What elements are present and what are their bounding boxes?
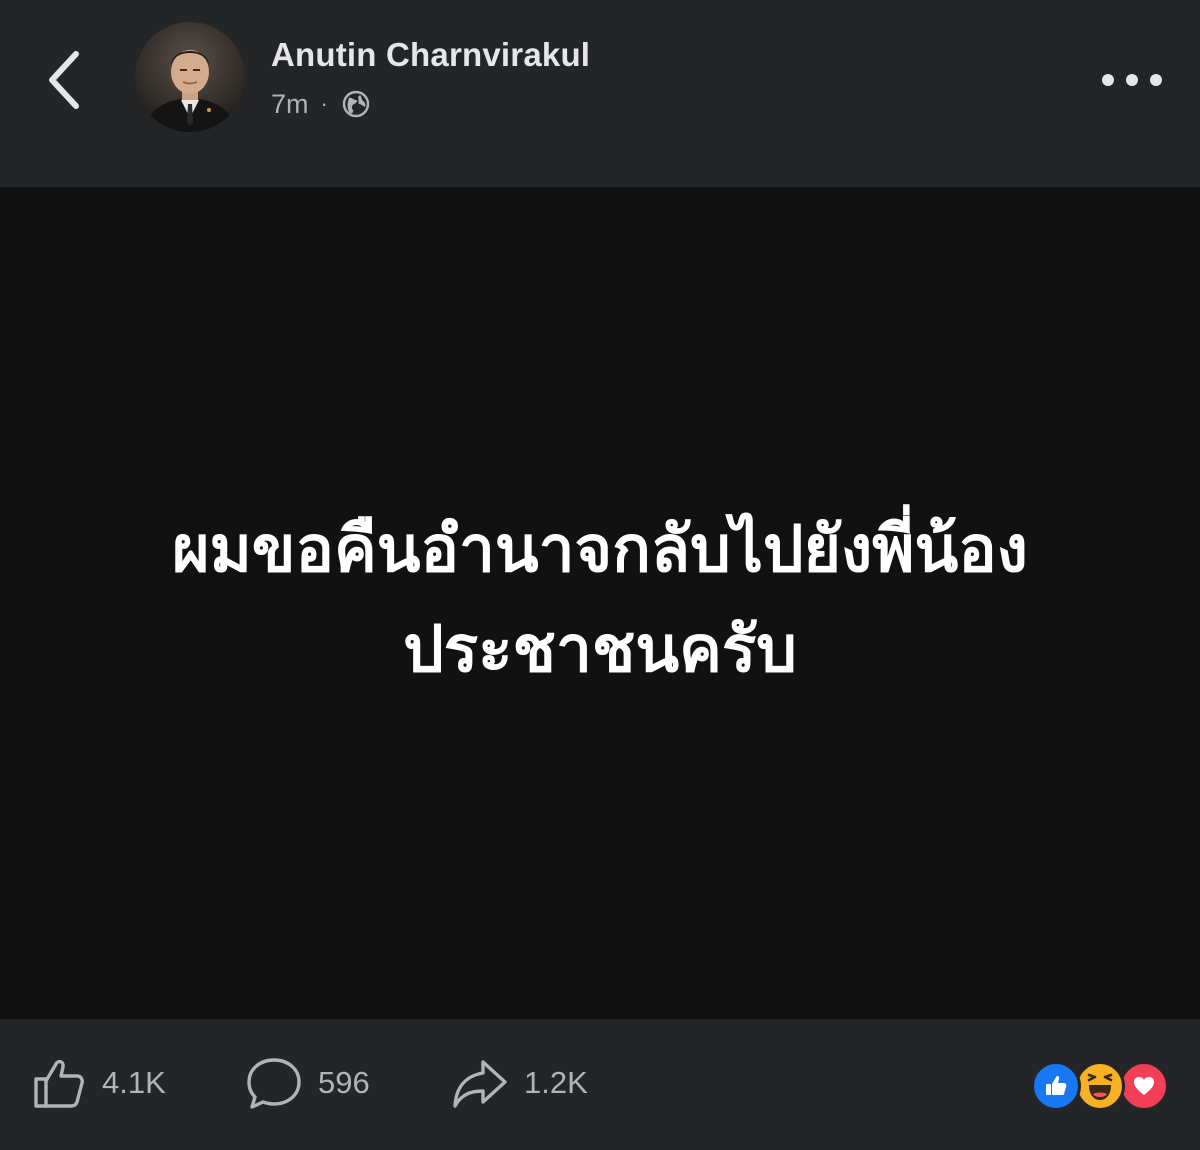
post-meta: 7m · [271, 86, 372, 122]
more-dots-icon [1102, 74, 1114, 86]
post-viewer: Anutin Charnvirakul 7m · ผมขอคืนอำนาจกลั… [0, 0, 1200, 1150]
post-header: Anutin Charnvirakul 7m · [0, 0, 1200, 187]
chevron-left-icon [49, 51, 79, 109]
like-button[interactable]: 4.1K [30, 1049, 166, 1117]
more-dots-icon [1150, 74, 1162, 86]
share-icon [453, 1060, 507, 1108]
more-dots-icon [1126, 74, 1138, 86]
post-text: ผมขอคืนอำนาจกลับไปยังพี่น้อง ประชาชนครับ [50, 499, 1150, 699]
love-reaction-icon [1119, 1061, 1169, 1111]
comment-icon [247, 1058, 301, 1109]
comment-button[interactable]: 596 [244, 1049, 370, 1117]
post-text-line: ผมขอคืนอำนาจกลับไปยังพี่น้อง [172, 513, 1028, 585]
like-count: 4.1K [102, 1065, 166, 1100]
thumbs-up-icon [34, 1059, 84, 1108]
back-button[interactable] [36, 40, 96, 120]
comment-count: 596 [318, 1065, 370, 1100]
globe-icon[interactable] [340, 88, 372, 120]
avatar[interactable] [135, 22, 245, 132]
like-reaction-icon [1031, 1061, 1081, 1111]
reaction-summary[interactable] [1031, 1061, 1169, 1111]
meta-separator: · [320, 91, 328, 116]
author-name[interactable]: Anutin Charnvirakul [271, 36, 590, 74]
post-text-line: ประชาชนครับ [403, 613, 797, 685]
author-photo [135, 22, 245, 132]
share-count: 1.2K [524, 1065, 588, 1100]
share-button[interactable]: 1.2K [450, 1049, 588, 1117]
more-options-button[interactable] [1102, 60, 1162, 100]
post-footer [0, 1019, 1200, 1150]
post-content[interactable]: ผมขอคืนอำนาจกลับไปยังพี่น้อง ประชาชนครับ [0, 187, 1200, 1019]
haha-reaction-icon [1075, 1061, 1125, 1111]
post-time[interactable]: 7m [271, 89, 309, 120]
